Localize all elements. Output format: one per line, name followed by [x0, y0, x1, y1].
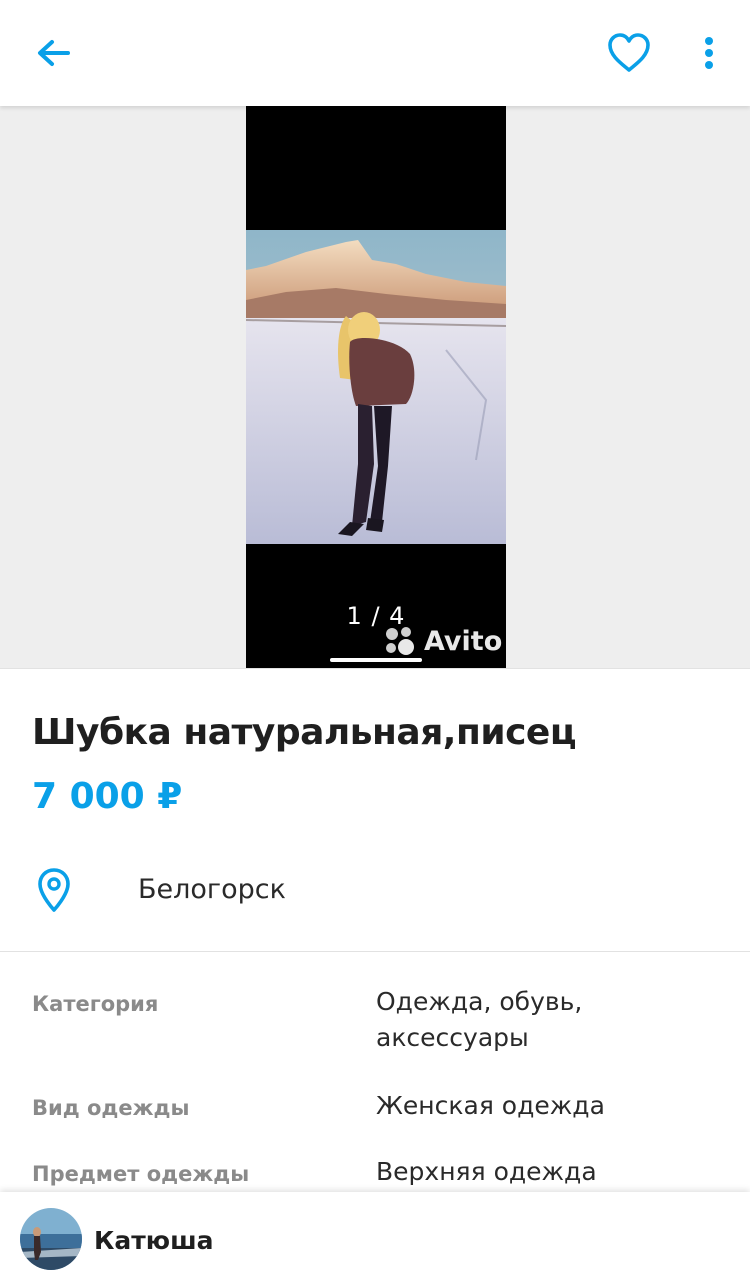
back-button[interactable] — [30, 30, 78, 78]
divider — [0, 951, 750, 952]
avatar[interactable] — [20, 1208, 82, 1270]
param-value-clothing-item: Верхняя одежда — [376, 1157, 597, 1186]
heart-icon — [608, 33, 650, 72]
param-label-category: Категория — [32, 992, 159, 1016]
listing-title: Шубка натуральная,писец — [32, 712, 577, 753]
param-value-clothing-type: Женская одежда — [376, 1091, 605, 1120]
seller-name[interactable]: Катюша — [94, 1226, 214, 1255]
listing-photo[interactable]: 1 / 4 Avito — [246, 106, 506, 668]
param-label-clothing-item: Предмет одежды — [32, 1162, 250, 1186]
photo-image — [246, 230, 506, 544]
param-value-category: Одежда, обувь, аксессуары — [376, 987, 583, 1052]
watermark-text: Avito — [424, 626, 503, 657]
favorite-button[interactable] — [604, 28, 654, 78]
arrow-left-icon — [38, 40, 70, 66]
photo-gallery[interactable]: 1 / 4 Avito — [0, 106, 750, 668]
top-app-bar — [0, 0, 750, 106]
gallery-page-indicator — [330, 658, 422, 662]
seller-bar[interactable]: Катюша — [0, 1192, 750, 1277]
more-vertical-icon — [705, 37, 713, 69]
listing-price: 7 000 ₽ — [32, 776, 183, 817]
location-text[interactable]: Белогорск — [138, 874, 286, 905]
more-options-button[interactable] — [692, 30, 726, 78]
divider — [0, 668, 750, 669]
map-pin-icon — [34, 866, 74, 914]
avito-watermark: Avito — [382, 624, 503, 658]
avito-logo-icon — [386, 627, 414, 655]
param-label-clothing-type: Вид одежды — [32, 1096, 190, 1120]
